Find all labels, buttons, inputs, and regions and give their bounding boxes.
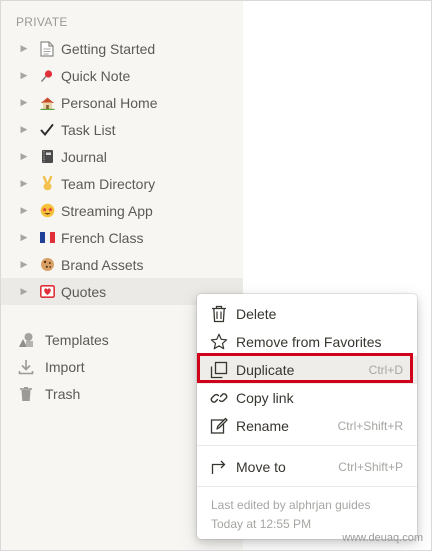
heart-letter-icon <box>39 284 55 300</box>
sidebar-item-label: Journal <box>61 148 107 165</box>
french-flag-icon <box>39 230 55 246</box>
sidebar-import-label: Import <box>45 358 85 375</box>
sidebar-templates-label: Templates <box>45 331 109 348</box>
expand-arrow-icon[interactable]: ▶ <box>15 70 33 81</box>
menu-item-label: Copy link <box>236 390 294 406</box>
expand-arrow-icon[interactable]: ▶ <box>15 205 33 216</box>
sidebar-item-label: Streaming App <box>61 202 153 219</box>
menu-divider <box>197 486 417 487</box>
menu-item-shortcut: Ctrl+D <box>368 363 403 377</box>
expand-arrow-icon[interactable]: ▶ <box>15 151 33 162</box>
shapes-icon <box>17 331 35 349</box>
menu-item-rename[interactable]: Rename Ctrl+Shift+R <box>197 412 417 440</box>
victory-hand-icon <box>39 176 55 192</box>
app-window: PRIVATE ▶ Getting Started ▶ Quick Note ▶… <box>0 0 432 551</box>
duplicate-icon <box>209 360 229 380</box>
sidebar-item-label: Quotes <box>61 283 107 300</box>
menu-item-shortcut: Ctrl+Shift+P <box>338 460 403 474</box>
section-label-private: PRIVATE <box>16 15 68 29</box>
menu-item-delete[interactable]: Delete <box>197 300 417 328</box>
star-eyes-face-icon <box>39 203 55 219</box>
sidebar-item-journal[interactable]: ▶ Journal <box>1 143 243 170</box>
download-icon <box>17 358 35 376</box>
sidebar-item-streaming-app[interactable]: ▶ Streaming App <box>1 197 243 224</box>
cookie-icon <box>39 257 55 273</box>
sidebar-item-personal-home[interactable]: ▶ Personal Home <box>1 89 243 116</box>
sidebar-item-label: Brand Assets <box>61 256 144 273</box>
menu-item-label: Move to <box>236 459 286 475</box>
menu-item-label: Duplicate <box>236 362 295 378</box>
expand-arrow-icon[interactable]: ▶ <box>15 286 33 297</box>
menu-item-duplicate[interactable]: Duplicate Ctrl+D <box>197 356 417 384</box>
menu-item-label: Rename <box>236 418 289 434</box>
notebook-icon <box>39 149 55 165</box>
menu-item-label: Delete <box>236 306 277 322</box>
trash-icon <box>209 304 229 324</box>
checkmark-icon <box>39 122 55 138</box>
sidebar-item-label: Quick Note <box>61 67 131 84</box>
watermark: www.deuaq.com <box>342 532 423 544</box>
expand-arrow-icon[interactable]: ▶ <box>15 43 33 54</box>
sidebar-item-quick-note[interactable]: ▶ Quick Note <box>1 62 243 89</box>
expand-arrow-icon[interactable]: ▶ <box>15 259 33 270</box>
pushpin-icon <box>39 68 55 84</box>
sidebar-item-task-list[interactable]: ▶ Task List <box>1 116 243 143</box>
sidebar-item-label: Personal Home <box>61 94 158 111</box>
sidebar-trash-label: Trash <box>45 385 81 402</box>
expand-arrow-icon[interactable]: ▶ <box>15 178 33 189</box>
star-outline-icon <box>209 332 229 352</box>
last-edited-by: Last edited by alphrjan guides <box>211 498 371 512</box>
document-icon <box>39 40 55 57</box>
menu-divider <box>197 445 417 446</box>
trash-icon <box>17 385 35 403</box>
last-edited-time: Today at 12:55 PM <box>211 517 312 531</box>
sidebar-item-label: French Class <box>61 229 144 246</box>
sidebar-item-getting-started[interactable]: ▶ Getting Started <box>1 35 243 62</box>
sidebar-item-label: Task List <box>61 121 116 138</box>
expand-arrow-icon[interactable]: ▶ <box>15 232 33 243</box>
sidebar-item-team-directory[interactable]: ▶ Team Directory <box>1 170 243 197</box>
sidebar-item-label: Team Directory <box>61 175 156 192</box>
menu-item-copy-link[interactable]: Copy link <box>197 384 417 412</box>
context-menu: Delete Remove from Favorites Duplicate C… <box>197 294 417 539</box>
sidebar-item-brand-assets[interactable]: ▶ Brand Assets <box>1 251 243 278</box>
menu-item-move-to[interactable]: Move to Ctrl+Shift+P <box>197 453 417 481</box>
menu-item-label: Remove from Favorites <box>236 334 382 350</box>
link-icon <box>209 388 229 408</box>
expand-arrow-icon[interactable]: ▶ <box>15 97 33 108</box>
sidebar-item-french-class[interactable]: ▶ French Class <box>1 224 243 251</box>
move-arrow-icon <box>209 457 229 477</box>
expand-arrow-icon[interactable]: ▶ <box>15 124 33 135</box>
sidebar-item-label: Getting Started <box>61 40 156 57</box>
house-icon <box>39 95 55 111</box>
menu-item-shortcut: Ctrl+Shift+R <box>337 419 403 433</box>
pencil-icon <box>209 416 229 436</box>
menu-item-remove-from-favorites[interactable]: Remove from Favorites <box>197 328 417 356</box>
